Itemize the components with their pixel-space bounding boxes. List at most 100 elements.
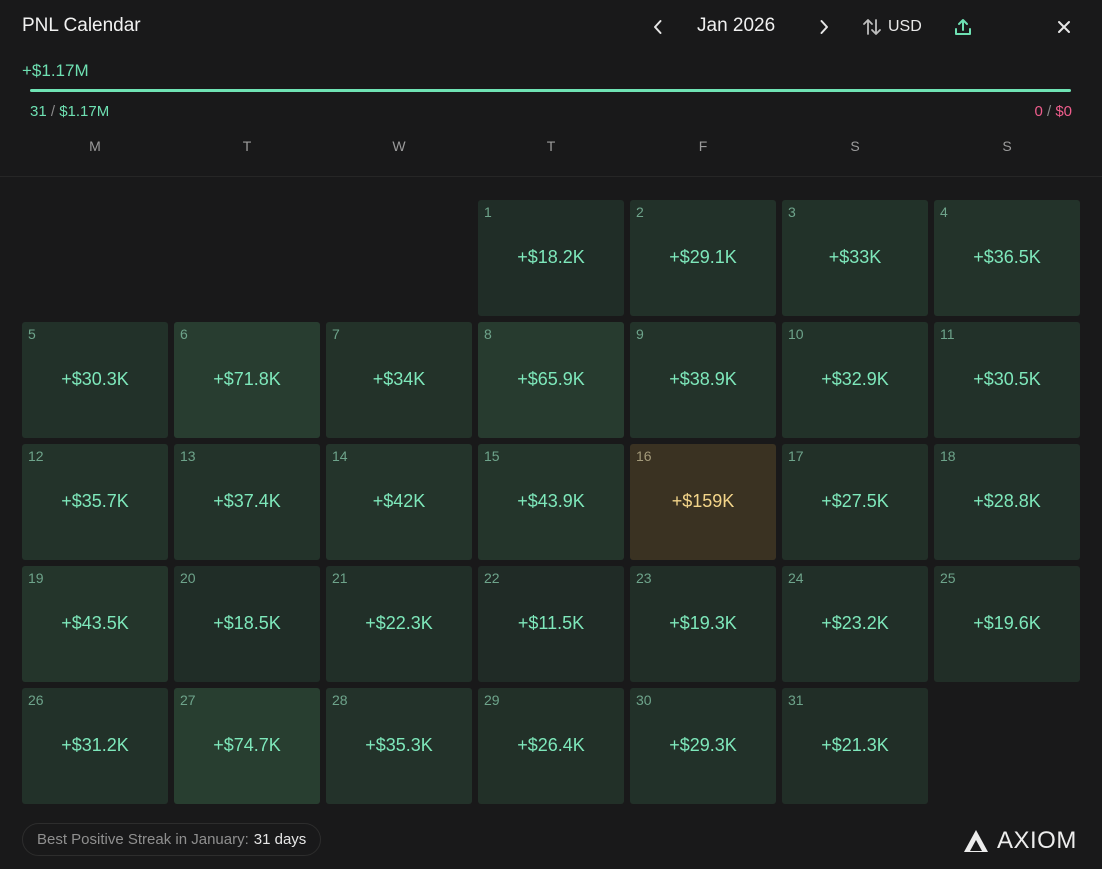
currency-toggle[interactable]: USD	[862, 14, 922, 40]
positive-days-count: 31	[30, 103, 47, 120]
day-number: 17	[788, 448, 804, 464]
current-month: Jan 2026	[697, 15, 776, 36]
total-pnl: +$1.17M	[22, 61, 89, 80]
day-pnl-value: +$22.3K	[365, 613, 433, 633]
day-number: 28	[332, 692, 348, 708]
prev-month-button[interactable]	[648, 14, 668, 40]
day-pnl-value: +$37.4K	[213, 491, 281, 511]
day-cell[interactable]: 22 +$11.5K	[478, 566, 624, 682]
day-pnl-value: +$33K	[828, 247, 882, 267]
day-cell[interactable]: 26 +$31.2K	[22, 688, 168, 804]
day-cell[interactable]: 14 +$42K	[326, 444, 472, 560]
day-pnl-value: +$35.7K	[61, 491, 129, 511]
day-pnl-value: +$21.3K	[821, 735, 889, 755]
day-pnl-value: +$27.5K	[821, 491, 889, 511]
day-cell[interactable]: 16 +$159K	[630, 444, 776, 560]
day-pnl-value: +$11.5K	[517, 613, 585, 633]
day-cell[interactable]: 19 +$43.5K	[22, 566, 168, 682]
negative-summary: 0 / $0	[1034, 103, 1072, 120]
page-title: PNL Calendar	[22, 15, 141, 36]
day-cell[interactable]: 3 +$33K	[782, 200, 928, 316]
day-number: 7	[332, 326, 340, 342]
weekday-label: T	[546, 138, 556, 154]
day-cell[interactable]: 6 +$71.8K	[174, 322, 320, 438]
day-cell[interactable]: 4 +$36.5K	[934, 200, 1080, 316]
day-cell[interactable]: 23 +$19.3K	[630, 566, 776, 682]
day-pnl-value: +$42K	[372, 491, 426, 511]
day-number: 2	[636, 204, 644, 220]
close-icon	[1058, 21, 1070, 33]
day-cell[interactable]: 2 +$29.1K	[630, 200, 776, 316]
day-number: 21	[332, 570, 348, 586]
day-pnl-value: +$30.3K	[61, 369, 129, 389]
day-cell[interactable]: 5 +$30.3K	[22, 322, 168, 438]
share-upload-icon	[955, 19, 971, 35]
day-pnl-value: +$43.9K	[517, 491, 585, 511]
day-pnl-value: +$32.9K	[821, 369, 889, 389]
day-pnl-value: +$29.1K	[669, 247, 737, 267]
day-cell[interactable]: 12 +$35.7K	[22, 444, 168, 560]
day-number: 16	[636, 448, 652, 464]
day-pnl-value: +$18.5K	[213, 613, 281, 633]
weekday-label: S	[850, 138, 860, 154]
day-pnl-value: +$65.9K	[517, 369, 585, 389]
day-pnl-value: +$71.8K	[213, 369, 281, 389]
pnl-ratio-bar	[30, 89, 1071, 92]
day-cell[interactable]: 15 +$43.9K	[478, 444, 624, 560]
day-cell[interactable]: 18 +$28.8K	[934, 444, 1080, 560]
day-number: 9	[636, 326, 644, 342]
day-number: 13	[180, 448, 196, 464]
day-pnl-value: +$74.7K	[213, 735, 281, 755]
day-number: 24	[788, 570, 804, 586]
day-pnl-value: +$29.3K	[669, 735, 737, 755]
day-number: 22	[484, 570, 500, 586]
day-cell[interactable]: 8 +$65.9K	[478, 322, 624, 438]
day-pnl-value: +$34K	[372, 369, 426, 389]
day-cell[interactable]: 25 +$19.6K	[934, 566, 1080, 682]
day-cell[interactable]: 13 +$37.4K	[174, 444, 320, 560]
day-number: 12	[28, 448, 44, 464]
day-number: 27	[180, 692, 196, 708]
day-number: 18	[940, 448, 956, 464]
day-cell[interactable]: 17 +$27.5K	[782, 444, 928, 560]
day-cell[interactable]: 31 +$21.3K	[782, 688, 928, 804]
day-cell[interactable]: 10 +$32.9K	[782, 322, 928, 438]
day-pnl-value: +$159K	[671, 491, 735, 511]
axiom-logo-icon	[964, 830, 988, 852]
day-cell[interactable]: 1 +$18.2K	[478, 200, 624, 316]
positive-separator: /	[50, 103, 56, 120]
day-cell[interactable]: 21 +$22.3K	[326, 566, 472, 682]
day-cell[interactable]: 9 +$38.9K	[630, 322, 776, 438]
positive-summary: 31 / $1.17M	[30, 103, 109, 120]
weekday-label: S	[1002, 138, 1012, 154]
negative-days-count: 0	[1034, 103, 1043, 120]
brand-name: AXIOM	[997, 827, 1077, 854]
day-pnl-value: +$38.9K	[669, 369, 737, 389]
streak-value: 31 days	[253, 831, 307, 848]
day-number: 11	[940, 326, 955, 342]
day-cell[interactable]: 11 +$30.5K	[934, 322, 1080, 438]
day-cell[interactable]: 27 +$74.7K	[174, 688, 320, 804]
day-cell[interactable]: 7 +$34K	[326, 322, 472, 438]
next-month-button[interactable]	[814, 14, 834, 40]
share-button[interactable]	[951, 14, 975, 40]
day-cell[interactable]: 29 +$26.4K	[478, 688, 624, 804]
negative-separator: /	[1046, 103, 1052, 120]
close-button[interactable]	[1052, 14, 1076, 40]
day-number: 26	[28, 692, 44, 708]
day-cell[interactable]: 30 +$29.3K	[630, 688, 776, 804]
day-number: 29	[484, 692, 500, 708]
day-cell[interactable]: 28 +$35.3K	[326, 688, 472, 804]
day-pnl-value: +$19.6K	[973, 613, 1041, 633]
weekday-header-row: M T W T F S S	[22, 138, 1080, 158]
day-number: 20	[180, 570, 196, 586]
day-number: 10	[788, 326, 804, 342]
brand-logo: AXIOM	[963, 825, 1077, 857]
day-cell[interactable]: 20 +$18.5K	[174, 566, 320, 682]
day-number: 4	[940, 204, 948, 220]
day-pnl-value: +$18.2K	[517, 247, 585, 267]
streak-badge: Best Positive Streak in January: 31 days	[22, 823, 322, 856]
day-pnl-value: +$36.5K	[973, 247, 1041, 267]
day-cell[interactable]: 24 +$23.2K	[782, 566, 928, 682]
header-divider	[0, 176, 1102, 177]
